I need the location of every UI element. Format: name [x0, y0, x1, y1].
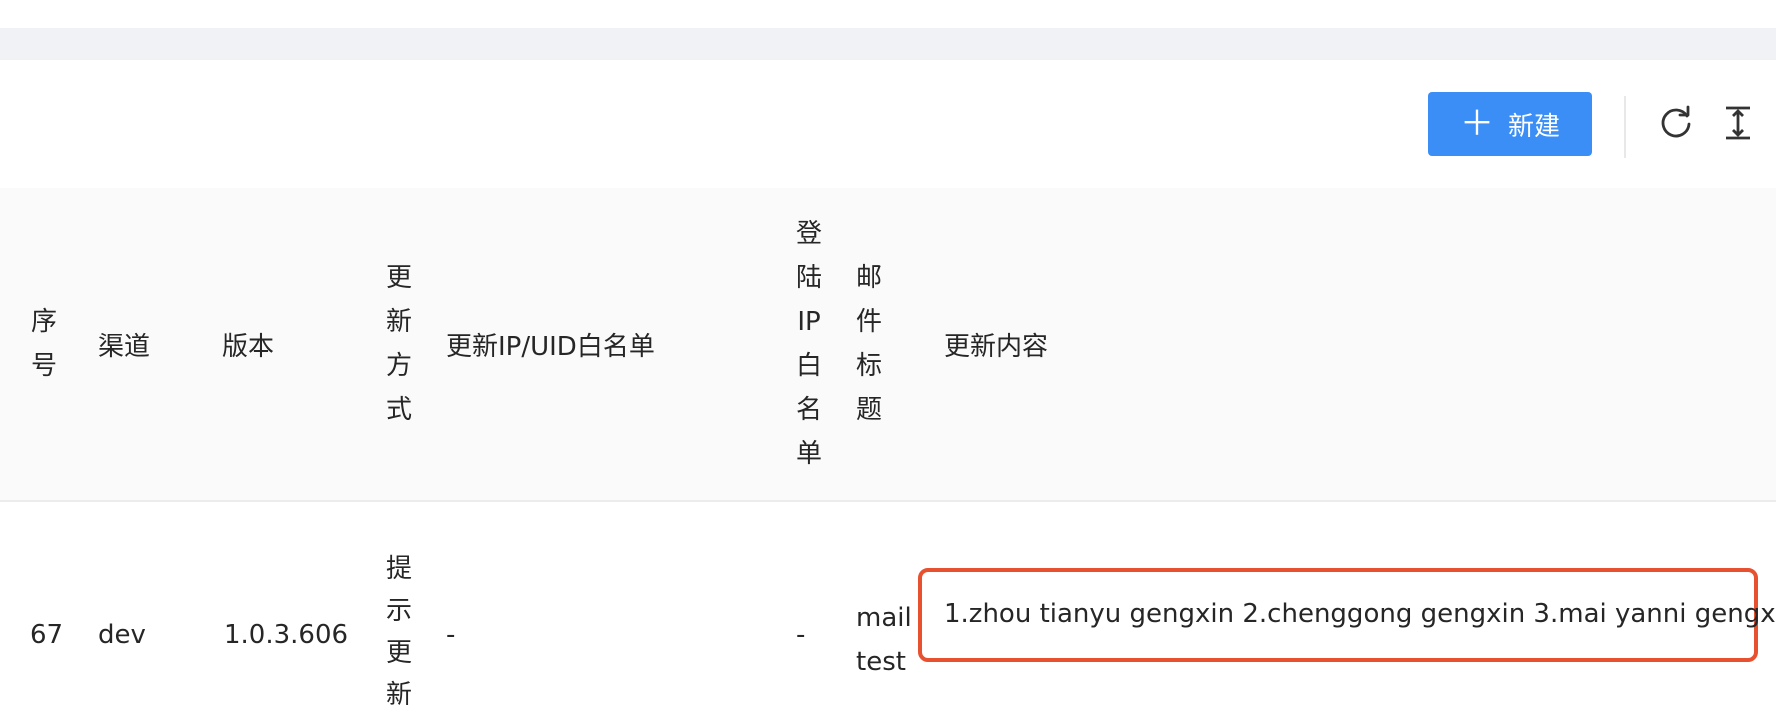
cell-channel: dev — [98, 620, 146, 650]
plus-icon: ＋ — [1459, 104, 1494, 144]
new-button[interactable]: ＋ 新建 — [1428, 92, 1592, 156]
cell-index: 67 — [30, 620, 64, 650]
header-update-content[interactable]: 更新内容 — [944, 326, 1048, 363]
cell-update-mode: 提 示 更 新 — [385, 554, 412, 710]
cell-version: 1.0.3.606 — [224, 620, 349, 650]
header-login-whitelist[interactable]: 登 陆 IP 白 名 单 — [791, 212, 827, 476]
header-update-whitelist[interactable]: 更新IP/UID白名单 — [446, 326, 655, 363]
cell-mail-title: mail test — [856, 603, 912, 677]
header-update-mode[interactable]: 更 新 方 式 — [381, 256, 417, 432]
new-button-label: 新建 — [1507, 111, 1560, 142]
cell-update-whitelist: - — [446, 620, 456, 650]
page-gap-band — [0, 28, 1776, 60]
header-mail-title[interactable]: 邮 件 标 题 — [851, 256, 887, 432]
toolbar-divider — [1624, 96, 1626, 158]
header-channel[interactable]: 渠道 — [98, 326, 150, 363]
header-index[interactable]: 序 号 — [26, 300, 62, 388]
header-version[interactable]: 版本 — [222, 326, 274, 363]
reload-icon[interactable] — [1656, 103, 1696, 143]
cell-update-content: 1.zhou tianyu gengxin 2.chenggong gengxi… — [944, 599, 1776, 629]
top-strip — [0, 0, 1776, 28]
cell-login-whitelist: - — [796, 620, 806, 650]
column-height-icon[interactable] — [1718, 103, 1758, 143]
